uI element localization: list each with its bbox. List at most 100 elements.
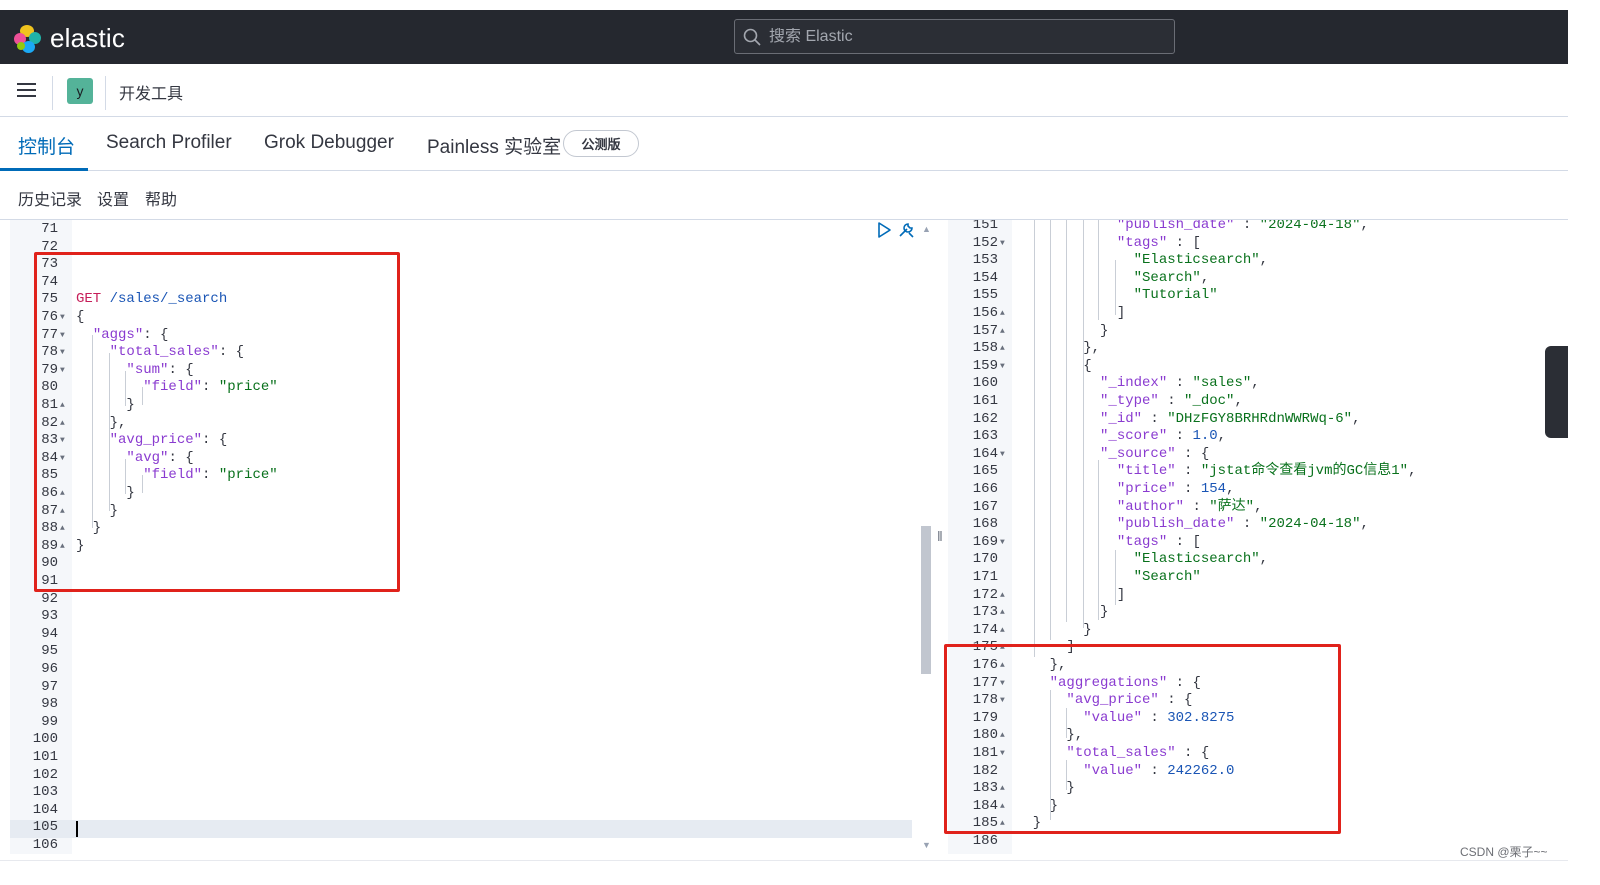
- line-number: 156: [972, 305, 998, 321]
- request-line: 98: [10, 696, 934, 714]
- search-input[interactable]: [769, 27, 1149, 46]
- line-number: 96: [41, 661, 58, 677]
- code-text: "_id" : "DHzFGY8BRHRdnWWRWq-6",: [1100, 410, 1361, 427]
- line-number: 163: [972, 428, 998, 445]
- help-button[interactable]: 帮助: [145, 186, 177, 210]
- line-number: 162: [972, 410, 998, 427]
- code-text: "Search": [1133, 569, 1201, 585]
- request-line: 105: [10, 819, 934, 837]
- line-number: 160: [972, 375, 998, 392]
- code-text: }: [1016, 604, 1109, 621]
- response-line: 173 ▲ }: [948, 604, 1568, 622]
- scroll-up-icon[interactable]: ▲: [922, 224, 931, 234]
- beta-badge: 公测版: [563, 130, 639, 157]
- play-icon[interactable]: [877, 222, 891, 238]
- fold-caret-down-icon[interactable]: ▼: [1000, 235, 1005, 253]
- response-line: 154 "Search",: [948, 270, 1568, 288]
- global-search[interactable]: [734, 19, 1175, 54]
- line-number: 153: [972, 252, 998, 269]
- line-number: 167: [972, 498, 998, 515]
- code-text: "_source" : {: [1100, 445, 1210, 462]
- fold-caret-up-icon[interactable]: ▲: [1000, 587, 1005, 605]
- request-line: 95: [10, 643, 934, 661]
- line-number: 100: [32, 731, 58, 748]
- code-text: },: [1016, 340, 1101, 357]
- line-number: 71: [41, 221, 58, 237]
- request-line: 97: [10, 679, 934, 697]
- line-number: 101: [32, 749, 58, 765]
- highlight-box-request: [34, 252, 400, 592]
- line-number: 93: [41, 608, 58, 625]
- elastic-logo[interactable]: elastic: [14, 23, 125, 54]
- highlight-box-aggregations: [944, 644, 1341, 834]
- indent-guide: [1098, 460, 1099, 620]
- line-number: 98: [41, 696, 58, 713]
- line-number: 171: [972, 569, 998, 585]
- response-line: 168 "publish_date" : "2024-04-18",: [948, 516, 1568, 534]
- fold-caret-down-icon[interactable]: ▼: [1000, 534, 1005, 552]
- response-line: 174 ▲ }: [948, 622, 1568, 640]
- history-button[interactable]: 历史记录: [18, 186, 82, 210]
- line-number: 165: [972, 463, 998, 480]
- code-text: }: [1016, 621, 1092, 638]
- response-line: 157 ▲ }: [948, 323, 1568, 341]
- request-line: 104: [10, 802, 934, 820]
- bottom-strip: [0, 860, 1568, 885]
- elastic-logo-icon: [14, 24, 42, 53]
- request-line: 71: [10, 221, 934, 239]
- breadcrumb-dev-tools[interactable]: 开发工具: [119, 80, 183, 104]
- request-line: 106: [10, 837, 934, 854]
- floating-side-button[interactable]: [1545, 346, 1570, 438]
- fold-caret-down-icon[interactable]: ▼: [1000, 358, 1005, 376]
- fold-caret-up-icon[interactable]: ▲: [1000, 340, 1005, 358]
- response-line: 156 ▲ ]: [948, 305, 1568, 323]
- tab-console[interactable]: 控制台: [18, 132, 75, 159]
- fold-caret-up-icon[interactable]: ▲: [1000, 622, 1005, 640]
- indent-guide: [1083, 368, 1084, 628]
- line-number: 102: [32, 766, 58, 783]
- response-line: 158 ▲ },: [948, 340, 1568, 358]
- line-number: 164: [972, 445, 998, 462]
- line-number: 157: [972, 322, 998, 339]
- wrench-icon[interactable]: [897, 221, 915, 239]
- watermark: CSDN @栗子~~: [1460, 845, 1548, 859]
- code-text: "tags" : [: [1116, 533, 1201, 550]
- tab-search-profiler[interactable]: Search Profiler: [106, 132, 232, 154]
- line-number: 161: [972, 393, 998, 409]
- settings-button[interactable]: 设置: [97, 186, 129, 210]
- fold-caret-up-icon[interactable]: ▲: [1000, 604, 1005, 622]
- line-number: 174: [972, 621, 998, 638]
- line-number: 170: [972, 551, 998, 568]
- response-line: 162 "_id" : "DHzFGY8BRHRdnWWRWq-6",: [948, 411, 1568, 429]
- fold-caret-down-icon[interactable]: ▼: [1000, 446, 1005, 464]
- line-number: 159: [972, 357, 998, 374]
- dev-tools-tabs: 控制台 Search Profiler Grok Debugger Painle…: [0, 118, 1568, 171]
- code-text: "tags" : [: [1116, 234, 1201, 251]
- indent-guide: [1115, 260, 1116, 315]
- line-number: 152: [972, 234, 998, 251]
- tab-grok-debugger[interactable]: Grok Debugger: [264, 132, 394, 154]
- indent-guide: [1115, 550, 1116, 605]
- space-avatar[interactable]: y: [67, 78, 93, 104]
- indent-guide: [1034, 220, 1035, 657]
- indent-guide: [1098, 220, 1099, 320]
- line-number: 166: [972, 481, 998, 497]
- response-line: 169 ▼ "tags" : [: [948, 534, 1568, 552]
- response-line: 171 "Search": [948, 569, 1568, 587]
- fold-caret-up-icon[interactable]: ▲: [1000, 323, 1005, 341]
- request-line: 96: [10, 661, 934, 679]
- fold-caret-up-icon[interactable]: ▲: [1000, 305, 1005, 323]
- scroll-down-icon[interactable]: ▼: [922, 840, 931, 850]
- line-number: 151: [972, 220, 998, 233]
- tab-painless-lab[interactable]: Painless 实验室: [427, 132, 561, 159]
- response-line: 167 "author" : "萨达",: [948, 499, 1568, 517]
- menu-toggle-icon[interactable]: [17, 83, 36, 101]
- line-number: 172: [972, 586, 998, 603]
- response-line: 155 "Tutorial": [948, 287, 1568, 305]
- request-line: 92: [10, 591, 934, 609]
- line-number: 105: [32, 819, 58, 836]
- request-line: 99: [10, 714, 934, 732]
- editor-scrollbar[interactable]: [921, 526, 931, 674]
- pane-resizer-handle[interactable]: ‖: [937, 528, 943, 544]
- code-text: "Search",: [1133, 269, 1210, 286]
